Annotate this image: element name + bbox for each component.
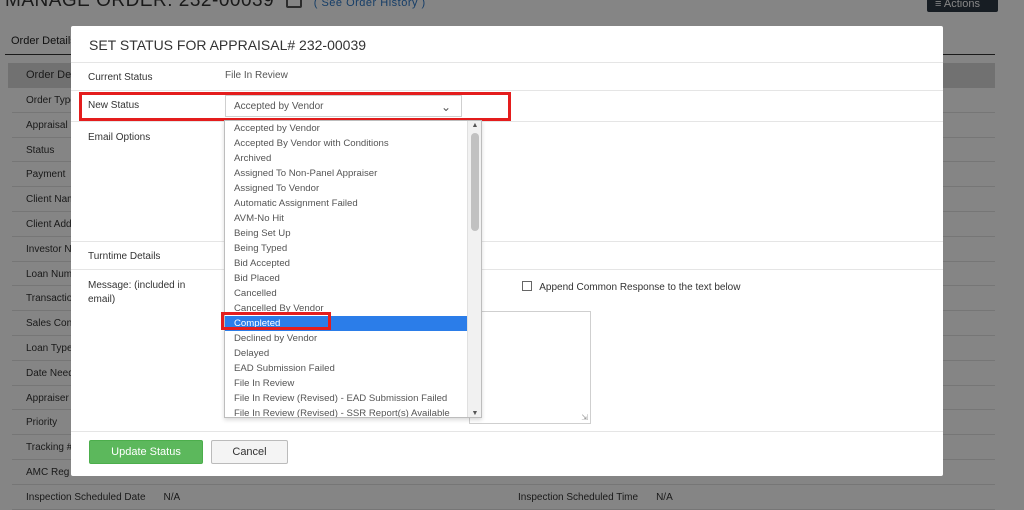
new-status-select[interactable]: Accepted by Vendor ⌄ — [225, 95, 462, 117]
status-option[interactable]: File In Review (Revised) - SSR Report(s)… — [225, 406, 468, 417]
status-options: Accepted by Vendor Accepted By Vendor wit… — [225, 121, 468, 417]
message-label: Message: (included in email) — [88, 280, 186, 305]
new-status-label: New Status — [88, 100, 140, 111]
update-status-button[interactable]: Update Status — [89, 440, 203, 464]
status-option[interactable]: Being Set Up — [225, 226, 468, 241]
status-option[interactable]: Accepted by Vendor — [225, 121, 468, 136]
append-label: Append Common Response to the text below — [539, 282, 741, 293]
status-option[interactable]: Delayed — [225, 346, 468, 361]
status-option[interactable]: Cancelled — [225, 286, 468, 301]
turntime-label: Turntime Details — [88, 251, 161, 262]
email-options-label: Email Options — [88, 132, 151, 143]
scroll-up-icon[interactable]: ▲ — [468, 121, 481, 131]
status-option[interactable]: Bid Placed — [225, 271, 468, 286]
new-status-row: New Status — [71, 91, 943, 122]
status-option[interactable]: Archived — [225, 151, 468, 166]
status-option[interactable]: EAD Submission Failed — [225, 361, 468, 376]
status-dropdown-list[interactable]: Accepted by Vendor Accepted By Vendor wit… — [224, 120, 482, 418]
scroll-thumb[interactable] — [471, 133, 479, 231]
status-option[interactable]: File In Review — [225, 376, 468, 391]
current-status-label: Current Status — [88, 72, 153, 83]
current-status-row: Current Status File In Review — [71, 63, 943, 91]
status-option[interactable]: Accepted By Vendor with Conditions — [225, 136, 468, 151]
modal-title: SET STATUS FOR APPRAISAL# 232-00039 — [71, 26, 943, 63]
resize-handle-icon[interactable]: ⇲ — [581, 413, 588, 422]
status-option[interactable]: Cancelled By Vendor — [225, 301, 468, 316]
turntime-row: Turntime Details — [71, 242, 943, 270]
status-option[interactable]: Bid Accepted — [225, 256, 468, 271]
dropdown-scrollbar[interactable]: ▲ ▼ — [467, 121, 481, 417]
message-textarea[interactable]: ⇲ — [469, 311, 591, 424]
status-option[interactable]: AVM-No Hit — [225, 211, 468, 226]
current-status-value: File In Review — [225, 70, 288, 81]
status-option[interactable]: Automatic Assignment Failed — [225, 196, 468, 211]
status-option[interactable]: Assigned To Non-Panel Appraiser — [225, 166, 468, 181]
cancel-button[interactable]: Cancel — [211, 440, 288, 464]
append-common-response: Append Common Response to the text below — [522, 281, 740, 293]
status-option[interactable]: Declined by Vendor — [225, 331, 468, 346]
email-options-row: Email Options — [71, 122, 943, 242]
scroll-down-icon[interactable]: ▼ — [468, 409, 481, 417]
status-option[interactable]: Assigned To Vendor — [225, 181, 468, 196]
status-option[interactable]: Being Typed — [225, 241, 468, 256]
chevron-down-icon: ⌄ — [440, 100, 451, 114]
status-option[interactable]: Completed — [225, 316, 468, 331]
status-option[interactable]: File In Review (Revised) - EAD Submissio… — [225, 391, 468, 406]
append-checkbox[interactable] — [522, 281, 532, 291]
